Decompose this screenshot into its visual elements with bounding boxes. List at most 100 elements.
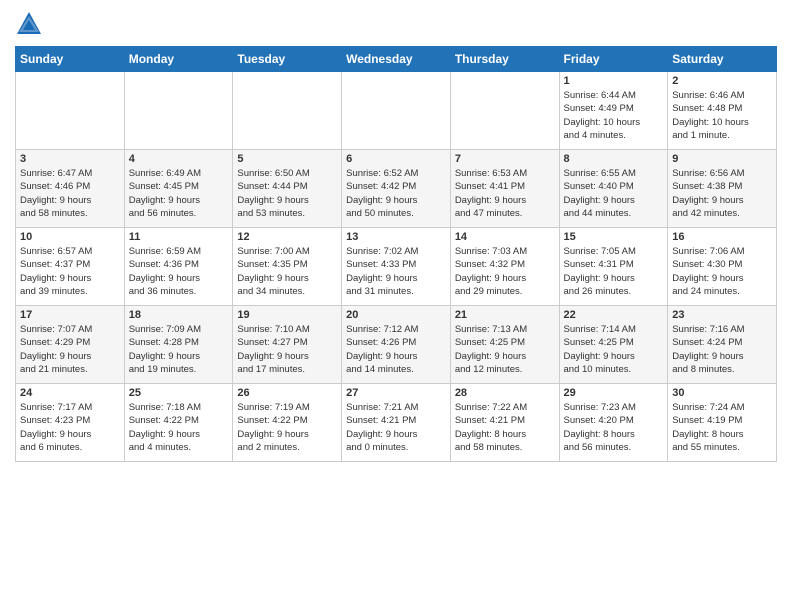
calendar-cell [16, 72, 125, 150]
day-number: 21 [455, 309, 555, 321]
calendar-cell [342, 72, 451, 150]
calendar-cell: 16Sunrise: 7:06 AM Sunset: 4:30 PM Dayli… [668, 228, 777, 306]
calendar-cell: 4 Sunrise: 6:49 AM Sunset: 4:45 PM Daylig… [124, 150, 233, 228]
calendar-week-4: 17 Sunrise: 7:07 AM Sunset: 4:29 PM Dayli… [16, 306, 777, 384]
day-info: Sunrise: 7:10 AM Sunset: 4:27 PM Dayligh… [237, 323, 337, 376]
header-tuesday: Tuesday [233, 47, 342, 72]
calendar-cell: 23Sunrise: 7:16 AM Sunset: 4:24 PM Dayli… [668, 306, 777, 384]
day-number: 8 [564, 153, 664, 165]
calendar-cell: 21 Sunrise: 7:13 AM Sunset: 4:25 PM Dayli… [450, 306, 559, 384]
day-info: Sunrise: 7:24 AM Sunset: 4:19 PM Dayligh… [672, 401, 772, 454]
calendar-cell: 5 Sunrise: 6:50 AM Sunset: 4:44 PM Daylig… [233, 150, 342, 228]
calendar-week-3: 10Sunrise: 6:57 AM Sunset: 4:37 PM Dayli… [16, 228, 777, 306]
day-number: 7 [455, 153, 555, 165]
day-number: 20 [346, 309, 446, 321]
calendar-table: Sunday Monday Tuesday Wednesday Thursday… [15, 46, 777, 462]
day-info: Sunrise: 7:14 AM Sunset: 4:25 PM Dayligh… [564, 323, 664, 376]
calendar-cell: 29 Sunrise: 7:23 AM Sunset: 4:20 PM Dayli… [559, 384, 668, 462]
day-number: 4 [129, 153, 229, 165]
day-number: 18 [129, 309, 229, 321]
day-number: 27 [346, 387, 446, 399]
day-info: Sunrise: 7:18 AM Sunset: 4:22 PM Dayligh… [129, 401, 229, 454]
day-number: 2 [672, 75, 772, 87]
day-info: Sunrise: 6:53 AM Sunset: 4:41 PM Dayligh… [455, 167, 555, 220]
calendar-cell: 11 Sunrise: 6:59 AM Sunset: 4:36 PM Dayli… [124, 228, 233, 306]
header-saturday: Saturday [668, 47, 777, 72]
day-number: 15 [564, 231, 664, 243]
day-number: 17 [20, 309, 120, 321]
calendar-week-5: 24 Sunrise: 7:17 AM Sunset: 4:23 PM Dayli… [16, 384, 777, 462]
calendar-week-2: 3Sunrise: 6:47 AM Sunset: 4:46 PM Daylig… [16, 150, 777, 228]
calendar-cell: 26 Sunrise: 7:19 AM Sunset: 4:22 PM Dayli… [233, 384, 342, 462]
day-number: 23 [672, 309, 772, 321]
calendar-cell: 15 Sunrise: 7:05 AM Sunset: 4:31 PM Dayli… [559, 228, 668, 306]
header-wednesday: Wednesday [342, 47, 451, 72]
calendar-cell: 8 Sunrise: 6:55 AM Sunset: 4:40 PM Daylig… [559, 150, 668, 228]
day-number: 24 [20, 387, 120, 399]
day-number: 10 [20, 231, 120, 243]
page-container: Sunday Monday Tuesday Wednesday Thursday… [0, 0, 792, 472]
header-thursday: Thursday [450, 47, 559, 72]
day-info: Sunrise: 7:02 AM Sunset: 4:33 PM Dayligh… [346, 245, 446, 298]
day-number: 13 [346, 231, 446, 243]
calendar-cell: 7 Sunrise: 6:53 AM Sunset: 4:41 PM Daylig… [450, 150, 559, 228]
day-number: 29 [564, 387, 664, 399]
day-number: 30 [672, 387, 772, 399]
day-info: Sunrise: 7:21 AM Sunset: 4:21 PM Dayligh… [346, 401, 446, 454]
day-number: 6 [346, 153, 446, 165]
day-info: Sunrise: 7:17 AM Sunset: 4:23 PM Dayligh… [20, 401, 120, 454]
day-number: 26 [237, 387, 337, 399]
day-number: 19 [237, 309, 337, 321]
page-header [15, 10, 777, 38]
header-monday: Monday [124, 47, 233, 72]
calendar-cell: 6 Sunrise: 6:52 AM Sunset: 4:42 PM Daylig… [342, 150, 451, 228]
day-number: 22 [564, 309, 664, 321]
calendar-week-1: 1 Sunrise: 6:44 AM Sunset: 4:49 PM Daylig… [16, 72, 777, 150]
logo-icon [15, 10, 43, 38]
calendar-cell: 9 Sunrise: 6:56 AM Sunset: 4:38 PM Daylig… [668, 150, 777, 228]
day-info: Sunrise: 6:56 AM Sunset: 4:38 PM Dayligh… [672, 167, 772, 220]
day-info: Sunrise: 7:19 AM Sunset: 4:22 PM Dayligh… [237, 401, 337, 454]
day-info: Sunrise: 6:49 AM Sunset: 4:45 PM Dayligh… [129, 167, 229, 220]
day-number: 3 [20, 153, 120, 165]
calendar-cell: 27 Sunrise: 7:21 AM Sunset: 4:21 PM Dayli… [342, 384, 451, 462]
calendar-cell: 14Sunrise: 7:03 AM Sunset: 4:32 PM Dayli… [450, 228, 559, 306]
day-info: Sunrise: 6:55 AM Sunset: 4:40 PM Dayligh… [564, 167, 664, 220]
day-info: Sunrise: 6:44 AM Sunset: 4:49 PM Dayligh… [564, 89, 664, 142]
day-number: 12 [237, 231, 337, 243]
day-number: 9 [672, 153, 772, 165]
day-info: Sunrise: 7:12 AM Sunset: 4:26 PM Dayligh… [346, 323, 446, 376]
day-number: 28 [455, 387, 555, 399]
calendar-cell [450, 72, 559, 150]
calendar-cell: 2 Sunrise: 6:46 AM Sunset: 4:48 PM Daylig… [668, 72, 777, 150]
day-info: Sunrise: 7:13 AM Sunset: 4:25 PM Dayligh… [455, 323, 555, 376]
day-info: Sunrise: 7:23 AM Sunset: 4:20 PM Dayligh… [564, 401, 664, 454]
day-number: 25 [129, 387, 229, 399]
day-info: Sunrise: 7:07 AM Sunset: 4:29 PM Dayligh… [20, 323, 120, 376]
day-info: Sunrise: 6:52 AM Sunset: 4:42 PM Dayligh… [346, 167, 446, 220]
header-row: Sunday Monday Tuesday Wednesday Thursday… [16, 47, 777, 72]
calendar-cell: 30 Sunrise: 7:24 AM Sunset: 4:19 PM Dayli… [668, 384, 777, 462]
day-number: 1 [564, 75, 664, 87]
calendar-cell: 13 Sunrise: 7:02 AM Sunset: 4:33 PM Dayli… [342, 228, 451, 306]
day-info: Sunrise: 6:50 AM Sunset: 4:44 PM Dayligh… [237, 167, 337, 220]
calendar-cell: 22 Sunrise: 7:14 AM Sunset: 4:25 PM Dayli… [559, 306, 668, 384]
calendar-header: Sunday Monday Tuesday Wednesday Thursday… [16, 47, 777, 72]
header-friday: Friday [559, 47, 668, 72]
day-info: Sunrise: 6:46 AM Sunset: 4:48 PM Dayligh… [672, 89, 772, 142]
day-number: 16 [672, 231, 772, 243]
day-info: Sunrise: 7:00 AM Sunset: 4:35 PM Dayligh… [237, 245, 337, 298]
day-info: Sunrise: 6:59 AM Sunset: 4:36 PM Dayligh… [129, 245, 229, 298]
day-info: Sunrise: 7:22 AM Sunset: 4:21 PM Dayligh… [455, 401, 555, 454]
calendar-cell: 28 Sunrise: 7:22 AM Sunset: 4:21 PM Dayli… [450, 384, 559, 462]
day-number: 5 [237, 153, 337, 165]
calendar-cell: 18Sunrise: 7:09 AM Sunset: 4:28 PM Dayli… [124, 306, 233, 384]
day-number: 11 [129, 231, 229, 243]
calendar-cell: 20 Sunrise: 7:12 AM Sunset: 4:26 PM Dayli… [342, 306, 451, 384]
calendar-cell: 10Sunrise: 6:57 AM Sunset: 4:37 PM Dayli… [16, 228, 125, 306]
header-sunday: Sunday [16, 47, 125, 72]
day-number: 14 [455, 231, 555, 243]
calendar-cell: 25 Sunrise: 7:18 AM Sunset: 4:22 PM Dayli… [124, 384, 233, 462]
calendar-cell [233, 72, 342, 150]
day-info: Sunrise: 7:05 AM Sunset: 4:31 PM Dayligh… [564, 245, 664, 298]
